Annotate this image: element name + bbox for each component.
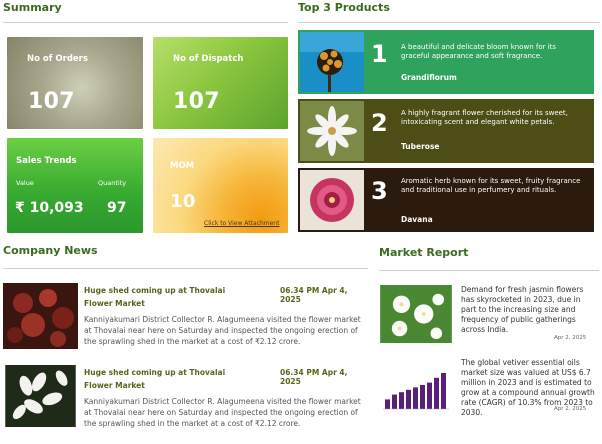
mom-value: 10 [170,191,196,212]
market-item-1[interactable]: Demand for fresh jasmin flowers has skyr… [379,282,599,348]
market-item-2[interactable]: The global vetiver essential oils market… [379,355,599,430]
product-3-name: Davana [401,215,433,224]
sales-value: ₹ 10,093 [15,200,84,216]
sales-quantity: 97 [107,200,127,216]
summary-divider [3,22,288,23]
market-report-divider [379,270,599,271]
market-1-image [380,285,452,343]
product-3-desc: Aromatic herb known for its sweet, fruit… [401,177,581,194]
orders-value: 107 [28,89,75,114]
company-news-divider [3,268,368,269]
news-item-1[interactable]: Huge shed coming up at Thovalai Flower M… [3,283,368,353]
chart-bar [413,387,418,409]
news-2-image [5,365,76,427]
product-card-2[interactable]: 2 A highly fragrant flower cherished for… [298,99,594,163]
product-card-1[interactable]: 1 A beautiful and delicate bloom known f… [298,30,594,94]
davana-image [300,170,364,230]
news-item-2[interactable]: Huge shed coming up at Thovalai Flower M… [3,365,368,435]
product-2-name: Tuberose [401,142,440,151]
market-1-date: Apr 2, 2025 [554,335,587,341]
chart-bar [385,399,390,409]
market-2-date: Apr 2, 2025 [554,406,587,412]
view-attachment-link[interactable]: Click to View Attachment [204,220,279,227]
top-products-title: Top 3 Products [298,1,390,14]
news-1-body: Kanniyakumari District Collector R. Alag… [84,315,361,346]
market-2-chart [379,355,453,415]
chart-bar [434,377,439,409]
chart-bar [441,373,446,409]
grandiflorum-image [300,32,364,92]
news-2-body: Kanniyakumari District Collector R. Alag… [84,397,361,428]
product-1-rank: 1 [371,40,388,68]
tuberose-image [300,101,364,161]
market-report-title: Market Report [379,246,469,259]
news-2-time: 06.34 PM Apr 4, 2025 [280,368,348,386]
news-1-time: 06.34 PM Apr 4, 2025 [280,286,348,304]
company-news-title: Company News [3,244,98,257]
product-card-3[interactable]: 3 Aromatic herb known for its sweet, fru… [298,168,594,232]
mom-label: MOM [170,161,195,171]
product-2-rank: 2 [371,109,388,137]
dispatch-label: No of Dispatch [173,54,244,64]
product-3-rank: 3 [371,177,388,205]
chart-bar [392,394,397,409]
orders-label: No of Orders [27,54,88,64]
summary-title: Summary [3,1,62,14]
dispatch-card[interactable]: No of Dispatch 107 [153,37,288,129]
chart-bar [420,385,425,409]
orders-card[interactable]: No of Orders 107 [7,37,143,129]
sales-value-label: Value [16,179,34,187]
chart-bar [406,389,411,409]
news-1-headline[interactable]: Huge shed coming up at Thovalai Flower M… [84,284,254,310]
chart-bar [427,382,432,409]
dispatch-value: 107 [173,89,220,114]
product-1-name: Grandiflorum [401,73,457,82]
product-2-desc: A highly fragrant flower cherished for i… [401,109,568,126]
product-1-desc: A beautiful and delicate bloom known for… [401,43,557,60]
news-1-image [3,283,78,349]
sales-trends-card[interactable]: Sales Trends Value Quantity ₹ 10,093 97 [7,138,143,233]
top-products-divider [298,22,600,23]
market-1-text: Demand for fresh jasmin flowers has skyr… [461,285,584,334]
mom-card[interactable]: MOM 10 Click to View Attachment [153,138,288,233]
chart-bar [399,392,404,409]
sales-trends-label: Sales Trends [16,156,77,166]
sales-quantity-label: Quantity [98,179,127,187]
news-2-headline[interactable]: Huge shed coming up at Thovalai Flower M… [84,366,254,392]
